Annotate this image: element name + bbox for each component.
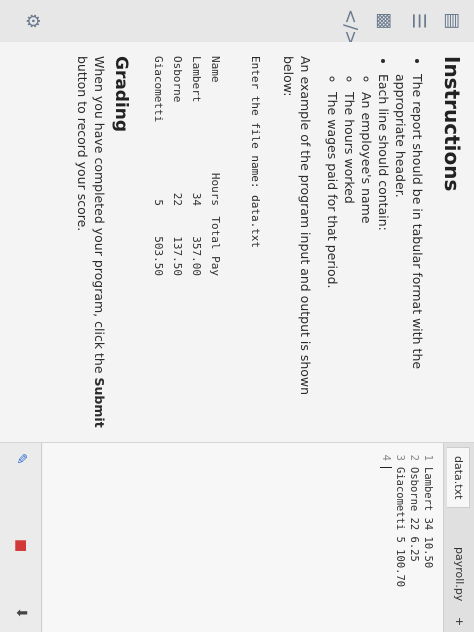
table-cell: 22	[171, 192, 184, 206]
line-text: Lambert 34 10.50	[422, 467, 434, 569]
example-output-table: Name Hours Total Pay Lambert 34 357.00 O…	[149, 56, 225, 276]
sub-bullet-name: An employee's name	[358, 92, 375, 436]
line-text: Osborne 22 6.25	[408, 467, 420, 562]
settings-icon[interactable]: ⚙	[20, 9, 44, 33]
editor-line: 1 Lambert 34 10.50	[421, 443, 435, 568]
code-icon[interactable]: </>	[338, 9, 362, 45]
line-number: 3	[394, 454, 406, 461]
table-header: Hours	[209, 172, 222, 206]
table-row: Lambert 34 357.00	[187, 56, 206, 276]
pencil-icon[interactable]: ✎	[13, 453, 29, 465]
table-cell: 137.50	[171, 236, 184, 276]
grading-text: When you have completed your program, cl…	[75, 56, 107, 428]
code-editor[interactable]: 1 Lambert 34 10.50 2 Osborne 22 6.25 3 Giac…	[43, 443, 443, 632]
bullet-tabular: The report should be in tabular format w…	[392, 74, 426, 436]
tab-data-txt[interactable]: data.txt	[447, 447, 470, 509]
line-text: Giacometti 5 100.70	[394, 467, 406, 588]
ide-window: ▤ ☰ ▩ </> ⚙ Instructions The report shou…	[0, 0, 474, 632]
line-number: 2	[408, 454, 420, 461]
bullet-each-line: Each line should contain: An employee's …	[324, 74, 392, 436]
text-cursor	[380, 467, 392, 468]
table-header: Total Pay	[209, 216, 222, 276]
table-cell: Osborne	[171, 56, 184, 103]
instructions-panel: Instructions The report should be in tab…	[0, 42, 474, 443]
editor-line: 4	[379, 443, 393, 468]
editor-bottom-bar: ✎ ■ ⬇	[0, 443, 42, 632]
table-row: Giacometti 5 503.50	[149, 56, 168, 276]
table-row: Osborne 22 137.50	[168, 56, 187, 276]
submit-keyword: Submit	[92, 377, 107, 428]
trash-icon[interactable]: ■	[13, 539, 29, 552]
tab-payroll-py[interactable]: payroll.py	[448, 539, 470, 609]
book-icon[interactable]: ▤	[440, 9, 464, 33]
table-cell: Giacometti	[152, 56, 165, 123]
example-prompt: Enter the file name: data.txt	[249, 56, 262, 249]
editor-tab-bar: data.txt payroll.py +	[443, 443, 474, 632]
grading-section: Grading When you have completed your pro…	[74, 56, 131, 436]
list-icon[interactable]: ☰	[406, 9, 430, 33]
sub-bullet-wages: The wages paid for that period.	[324, 92, 341, 436]
table-cell: Lambert	[190, 56, 203, 103]
table-cell: 357.00	[190, 236, 203, 276]
sub-bullet-hours: The hours worked	[341, 92, 358, 436]
line-number: 4	[380, 454, 392, 461]
line-number: 1	[422, 454, 434, 461]
chart-icon[interactable]: ▩	[372, 9, 396, 33]
left-rail: ▤ ☰ ▩ </> ⚙	[0, 0, 474, 45]
instructions-title: Instructions	[440, 56, 464, 192]
editor-line: 3 Giacometti 5 100.70	[393, 443, 407, 587]
editor-line: 2 Osborne 22 6.25	[407, 443, 421, 562]
grading-title: Grading	[111, 56, 131, 133]
table-cell: 34	[190, 192, 203, 206]
example-intro: An example of the program input and outp…	[281, 56, 313, 396]
add-tab-button[interactable]: +	[448, 609, 470, 632]
table-header: Name	[209, 56, 222, 83]
table-cell: 5	[152, 199, 165, 206]
table-header-row: Name Hours Total Pay	[206, 56, 225, 276]
table-cell: 503.50	[152, 236, 165, 276]
download-icon[interactable]: ⬇	[13, 607, 29, 619]
